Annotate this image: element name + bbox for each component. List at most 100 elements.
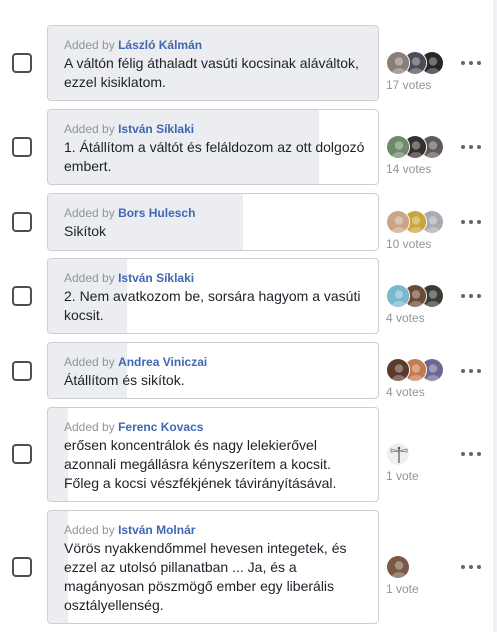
voter-avatar-icon[interactable] bbox=[386, 284, 410, 308]
dot-icon bbox=[461, 61, 465, 65]
author-name[interactable]: László Kálmán bbox=[118, 38, 202, 52]
voter-avatar-icon[interactable] bbox=[386, 210, 410, 234]
voters[interactable]: 4 votes bbox=[386, 284, 444, 325]
poll-option: Added by István Molnár Vörös nyakkendőmm… bbox=[0, 510, 497, 624]
option-card[interactable]: Added by István Síklaki 1. Átállítom a v… bbox=[47, 109, 379, 185]
voter-avatars[interactable] bbox=[386, 555, 419, 579]
voters[interactable]: 1 vote bbox=[386, 442, 419, 483]
option-text: 1. Átállítom a váltót és feláldozom az o… bbox=[64, 139, 365, 174]
dot-icon bbox=[477, 565, 481, 569]
added-by-label: Added by bbox=[64, 420, 115, 434]
more-options-button[interactable] bbox=[461, 142, 481, 152]
added-by-line: Added by István Síklaki bbox=[64, 270, 368, 286]
voter-avatars[interactable] bbox=[386, 442, 419, 466]
added-by-label: Added by bbox=[64, 523, 115, 537]
voter-avatar-icon[interactable] bbox=[386, 51, 410, 75]
vote-count[interactable]: 4 votes bbox=[386, 311, 425, 325]
option-text: 2. Nem avatkozom be, sorsára hagyom a va… bbox=[64, 288, 361, 323]
dot-icon bbox=[461, 369, 465, 373]
option-text: Vörös nyakkendőmmel hevesen integetek, é… bbox=[64, 540, 347, 613]
vote-count[interactable]: 17 votes bbox=[386, 78, 431, 92]
voter-avatar-icon[interactable] bbox=[386, 358, 410, 382]
added-by-label: Added by bbox=[64, 355, 115, 369]
voters[interactable]: 14 votes bbox=[386, 135, 444, 176]
dot-icon bbox=[469, 220, 473, 224]
dot-icon bbox=[477, 61, 481, 65]
author-name[interactable]: István Síklaki bbox=[118, 271, 194, 285]
voter-avatars[interactable] bbox=[386, 210, 444, 234]
option-card[interactable]: Added by István Molnár Vörös nyakkendőmm… bbox=[47, 510, 379, 624]
dot-icon bbox=[469, 452, 473, 456]
author-name[interactable]: Bors Hulesch bbox=[118, 206, 195, 220]
more-options-button[interactable] bbox=[461, 58, 481, 68]
poll-option: Added by Ferenc Kovacs erősen koncentrál… bbox=[0, 407, 497, 502]
vote-count[interactable]: 4 votes bbox=[386, 385, 425, 399]
option-card[interactable]: Added by Ferenc Kovacs erősen koncentrál… bbox=[47, 407, 379, 502]
dot-icon bbox=[461, 452, 465, 456]
dot-icon bbox=[469, 294, 473, 298]
author-name[interactable]: Andrea Viniczai bbox=[118, 355, 207, 369]
option-text: Sikítok bbox=[64, 223, 107, 239]
dot-icon bbox=[469, 369, 473, 373]
voter-avatars[interactable] bbox=[386, 51, 444, 75]
voter-avatars[interactable] bbox=[386, 135, 444, 159]
added-by-line: Added by Andrea Viniczai bbox=[64, 354, 368, 370]
added-by-line: Added by Ferenc Kovacs bbox=[64, 419, 368, 435]
poll-option: Added by László Kálmán A váltón félig át… bbox=[0, 25, 497, 101]
option-checkbox[interactable] bbox=[12, 53, 32, 73]
vote-count[interactable]: 10 votes bbox=[386, 237, 431, 251]
dot-icon bbox=[469, 61, 473, 65]
dragonfly-avatar-icon[interactable] bbox=[386, 442, 410, 466]
option-card[interactable]: Added by László Kálmán A váltón félig át… bbox=[47, 25, 379, 101]
added-by-label: Added by bbox=[64, 206, 115, 220]
more-options-button[interactable] bbox=[461, 366, 481, 376]
dot-icon bbox=[461, 294, 465, 298]
voter-avatars[interactable] bbox=[386, 284, 444, 308]
author-name[interactable]: István Síklaki bbox=[118, 122, 194, 136]
option-text: Átállítom és sikítok. bbox=[64, 372, 185, 388]
voter-avatars[interactable] bbox=[386, 358, 444, 382]
poll-option: Added by István Síklaki 1. Átállítom a v… bbox=[0, 109, 497, 185]
option-card[interactable]: Added by Bors Hulesch Sikítok bbox=[47, 193, 379, 251]
option-card[interactable]: Added by István Síklaki 2. Nem avatkozom… bbox=[47, 258, 379, 334]
more-options-button[interactable] bbox=[461, 217, 481, 227]
option-checkbox[interactable] bbox=[12, 137, 32, 157]
dot-icon bbox=[477, 294, 481, 298]
voters[interactable]: 4 votes bbox=[386, 358, 444, 399]
poll-option: Added by István Síklaki 2. Nem avatkozom… bbox=[0, 258, 497, 334]
added-by-line: Added by Bors Hulesch bbox=[64, 205, 368, 221]
option-checkbox[interactable] bbox=[12, 557, 32, 577]
voters[interactable]: 1 vote bbox=[386, 555, 419, 596]
added-by-label: Added by bbox=[64, 38, 115, 52]
option-checkbox[interactable] bbox=[12, 361, 32, 381]
more-options-button[interactable] bbox=[461, 562, 481, 572]
dot-icon bbox=[477, 369, 481, 373]
poll-option: Added by Andrea Viniczai Átállítom és si… bbox=[0, 342, 497, 399]
dot-icon bbox=[461, 220, 465, 224]
dot-icon bbox=[461, 565, 465, 569]
added-by-label: Added by bbox=[64, 271, 115, 285]
dot-icon bbox=[477, 145, 481, 149]
vote-count[interactable]: 1 vote bbox=[386, 469, 419, 483]
option-checkbox[interactable] bbox=[12, 286, 32, 306]
voters[interactable]: 10 votes bbox=[386, 210, 444, 251]
author-name[interactable]: Ferenc Kovacs bbox=[118, 420, 203, 434]
vote-count[interactable]: 1 vote bbox=[386, 582, 419, 596]
more-options-button[interactable] bbox=[461, 449, 481, 459]
option-card[interactable]: Added by Andrea Viniczai Átállítom és si… bbox=[47, 342, 379, 399]
dot-icon bbox=[477, 220, 481, 224]
added-by-line: Added by István Molnár bbox=[64, 522, 368, 538]
option-text: A váltón félig áthaladt vasúti kocsinak … bbox=[64, 55, 359, 90]
dot-icon bbox=[469, 565, 473, 569]
added-by-label: Added by bbox=[64, 122, 115, 136]
option-text: erősen koncentrálok és nagy lelekierővel… bbox=[64, 437, 337, 491]
author-name[interactable]: István Molnár bbox=[118, 523, 195, 537]
voter-avatar-icon[interactable] bbox=[386, 555, 410, 579]
more-options-button[interactable] bbox=[461, 291, 481, 301]
option-checkbox[interactable] bbox=[12, 444, 32, 464]
voter-avatar-icon[interactable] bbox=[386, 135, 410, 159]
added-by-line: Added by István Síklaki bbox=[64, 121, 368, 137]
vote-count[interactable]: 14 votes bbox=[386, 162, 431, 176]
voters[interactable]: 17 votes bbox=[386, 51, 444, 92]
option-checkbox[interactable] bbox=[12, 212, 32, 232]
